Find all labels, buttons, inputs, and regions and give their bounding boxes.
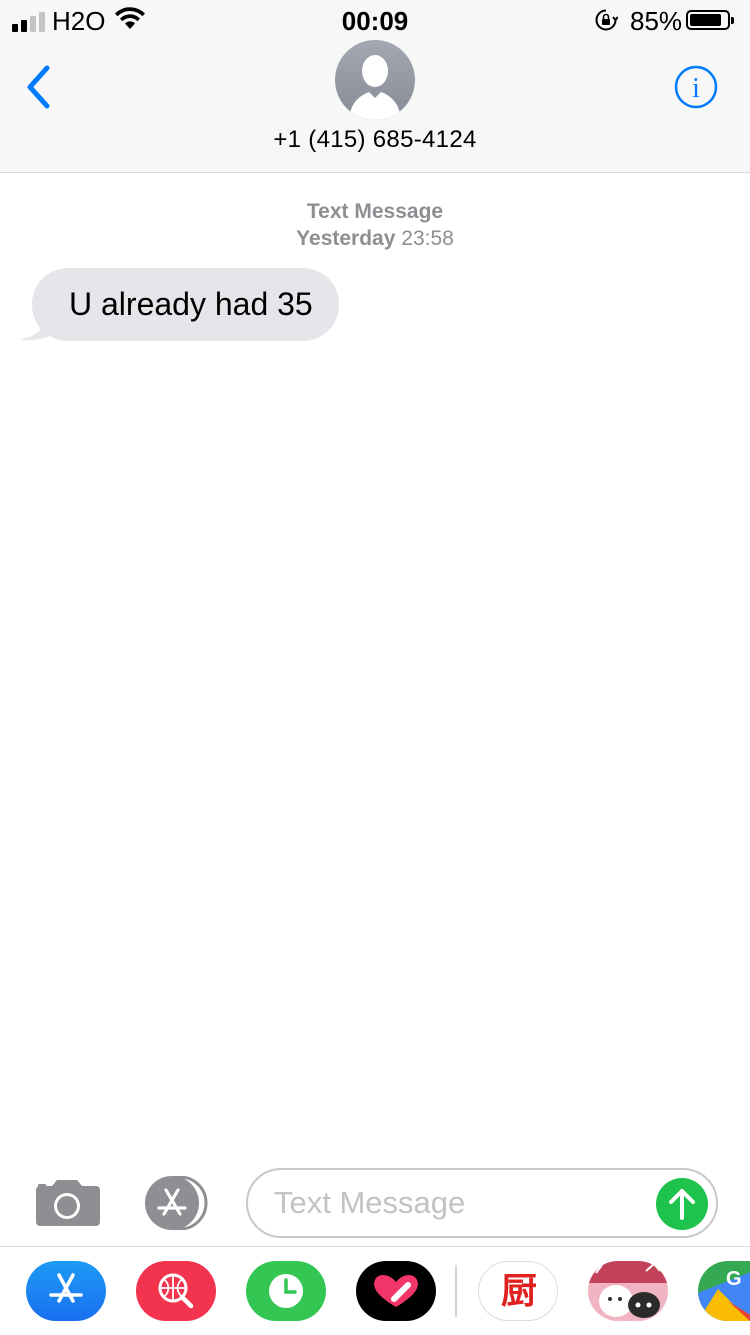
app-store-icon[interactable] — [140, 1176, 212, 1230]
date-label: Yesterday — [296, 227, 396, 250]
message-input[interactable] — [274, 1182, 644, 1224]
svg-text:i: i — [692, 73, 700, 104]
time-label: 23:58 — [401, 227, 454, 250]
incoming-message[interactable]: U already had 35 — [20, 268, 339, 341]
battery-fill — [690, 14, 721, 26]
message-input-field[interactable] — [246, 1168, 718, 1238]
service-label: Text Message — [306, 200, 444, 223]
app-drawer: 厨 G — [0, 1246, 750, 1335]
send-button[interactable] — [656, 1178, 708, 1230]
contact-phone-number[interactable]: +1 (415) 685-4124 — [0, 126, 750, 154]
message-timestamp: Text Message Yesterday 23:58 — [0, 198, 750, 252]
app-store-app-icon[interactable] — [26, 1261, 106, 1321]
heart-icon[interactable] — [356, 1261, 436, 1321]
conversation-header: H2O 00:09 85% +1 (415) 685-4124 i — [0, 0, 750, 173]
drawer-divider — [455, 1265, 457, 1317]
google-maps-icon[interactable]: G — [698, 1261, 750, 1321]
kitchen-character-icon[interactable]: 厨 — [478, 1261, 558, 1321]
clock-icon[interactable] — [246, 1261, 326, 1321]
back-chevron-icon[interactable] — [20, 62, 60, 112]
contact-avatar[interactable] — [335, 40, 415, 120]
orientation-lock-icon — [595, 9, 618, 31]
info-icon[interactable]: i — [674, 65, 718, 109]
person-silhouette-icon — [349, 55, 401, 120]
sticker-pack-icon[interactable] — [588, 1261, 668, 1321]
camera-icon[interactable] — [34, 1176, 100, 1226]
battery-percentage: 85% — [630, 6, 683, 36]
globe-search-icon[interactable] — [136, 1261, 216, 1321]
date-time-label: Yesterday 23:58 — [0, 225, 750, 252]
message-bubble-text: U already had 35 — [32, 268, 339, 341]
svg-text:G: G — [726, 1268, 742, 1290]
status-bar: H2O 00:09 85% — [0, 0, 750, 40]
battery-icon — [686, 10, 734, 30]
kitchen-glyph: 厨 — [500, 1271, 537, 1312]
send-arrow-icon — [669, 1189, 695, 1220]
